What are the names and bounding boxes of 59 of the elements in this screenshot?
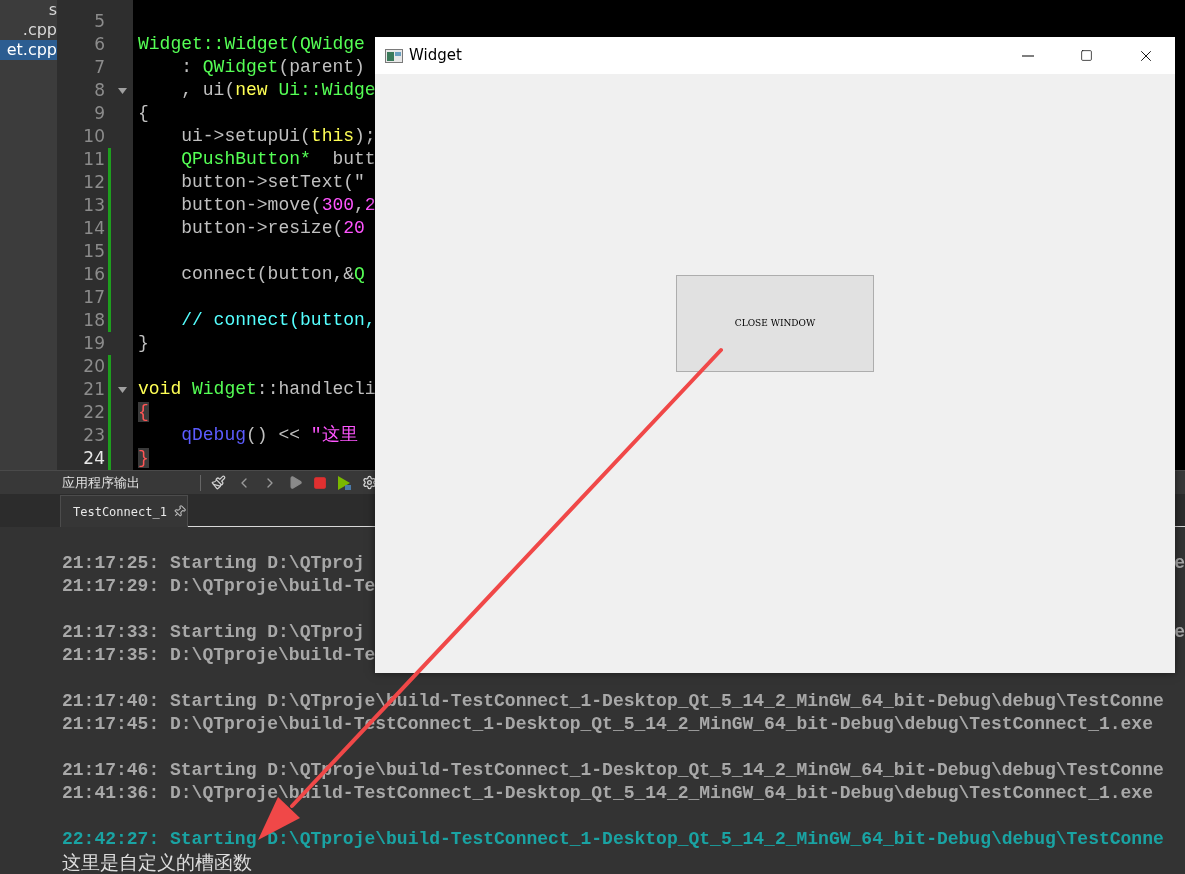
code-line: void Widget::handlecli — [138, 378, 376, 401]
code-line: , ui(new Ui::Widge — [180, 79, 376, 102]
fold-arrow-icon[interactable] — [118, 87, 127, 94]
line-number: 16 — [82, 262, 105, 286]
output-line: 21:17:35: D:\QTproje\build-Te — [62, 644, 376, 667]
line-number: 24 — [82, 446, 105, 470]
settings-icon[interactable] — [362, 475, 377, 490]
line-number: 14 — [82, 216, 105, 240]
code-line: button->setText(" — [180, 171, 365, 194]
line-number: 12 — [82, 170, 105, 194]
file-item[interactable]: .cpp — [0, 20, 57, 40]
file-item[interactable]: et.cpp — [0, 40, 57, 60]
line-number: 9 — [93, 101, 105, 125]
output-line: e — [1174, 621, 1185, 644]
code-line: // connect(button, — [180, 309, 376, 332]
code-line: } — [138, 332, 149, 355]
output-line: 这里是自定义的槽函数 — [62, 851, 252, 874]
output-line: 21:17:33: Starting D:\QTproj — [62, 621, 365, 644]
fold-arrow-icon[interactable] — [118, 386, 127, 393]
output-line: 21:17:29: D:\QTproje\build-Te — [62, 575, 376, 598]
line-number: 18 — [82, 308, 105, 332]
output-line: 22:42:27: Starting D:\QTproje\build-TestConnect_1-Desktop_Qt_5_14_2_MinGW_64_bit-Debug\debug\TestConne — [62, 828, 1164, 851]
debug-run-icon[interactable] — [337, 474, 352, 491]
app-window-icon — [385, 48, 403, 63]
code-line: { — [138, 102, 149, 125]
minimize-icon — [1021, 54, 1034, 57]
code-line: button->move(300,2 — [180, 194, 376, 217]
stop-icon[interactable] — [313, 475, 327, 490]
line-number: 22 — [82, 400, 105, 424]
line-number: 13 — [82, 193, 105, 217]
line-number: 5 — [93, 9, 105, 33]
output-tab[interactable]: TestConnect_1 — [60, 495, 188, 527]
line-number: 15 — [82, 239, 105, 263]
line-number: 6 — [93, 32, 105, 56]
line-number: 7 — [93, 55, 105, 79]
line-number: 11 — [82, 147, 105, 171]
line-number: 10 — [82, 124, 105, 148]
code-line: Widget::Widget(QWidge — [138, 33, 365, 56]
line-number: 21 — [82, 377, 105, 401]
code-line: QPushButton* butt — [180, 148, 376, 171]
code-line: qDebug() << "这里 — [180, 424, 358, 447]
output-line: 21:17:25: Starting D:\QTproj — [62, 552, 365, 575]
output-line: e — [1174, 552, 1185, 575]
panel-title: 应用程序输出 — [62, 473, 141, 492]
close-window-button[interactable]: CLOSE WINDOW — [676, 275, 874, 372]
code-line: connect(button,&Q — [180, 263, 365, 286]
line-number: 17 — [82, 285, 105, 309]
code-line: : QWidget(parent) — [180, 56, 365, 79]
code-line: ui->setupUi(this); — [180, 125, 376, 148]
play-icon[interactable] — [288, 475, 303, 490]
line-number: 20 — [82, 354, 105, 378]
line-number: 8 — [93, 78, 105, 102]
line-number: 19 — [82, 331, 105, 355]
code-line: button->resize(20 — [180, 217, 365, 240]
maximize-icon — [1080, 49, 1093, 62]
clear-icon[interactable] — [211, 475, 226, 490]
line-number: 23 — [82, 423, 105, 447]
window-title: Widget — [409, 45, 462, 67]
file-item[interactable]: s — [0, 0, 57, 20]
